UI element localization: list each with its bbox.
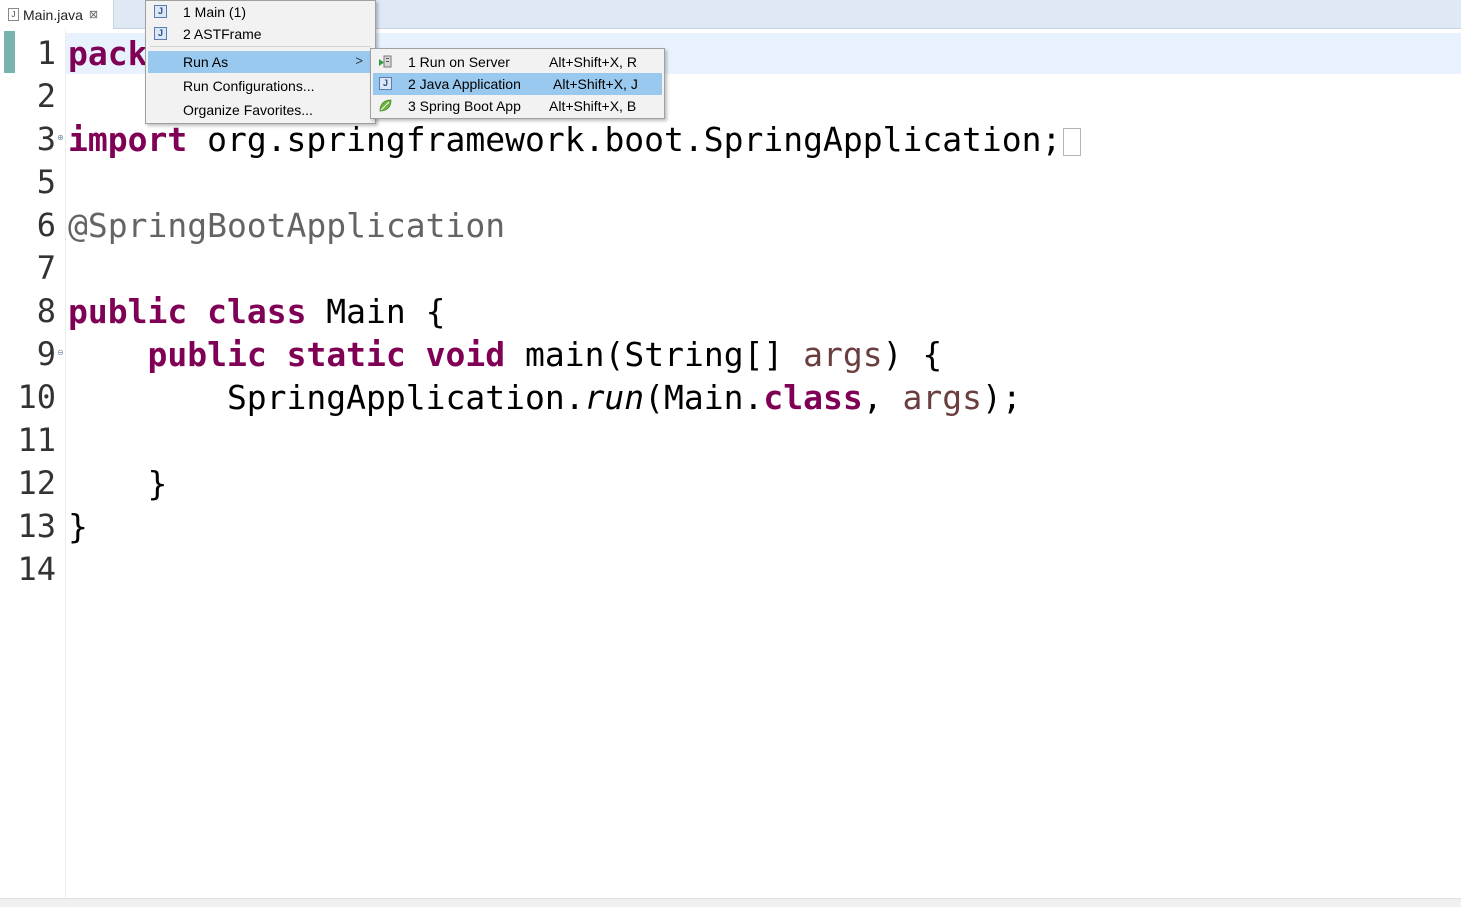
line-number: 13 (17, 507, 56, 545)
submenu-arrow-icon: > (355, 53, 363, 68)
code-line-12[interactable]: } (68, 462, 167, 505)
keyword: class (763, 378, 863, 417)
method-signature: main(String[] (505, 335, 804, 374)
menu-item-run-on-server[interactable]: 1 Run on Server Alt+Shift+X, R (373, 51, 662, 73)
keyword: pack (68, 34, 148, 73)
horizontal-scrollbar[interactable] (0, 898, 1461, 907)
line-number: 14 (17, 550, 56, 588)
fold-expand-icon[interactable]: ⊕ (56, 133, 65, 142)
line-number: 8 (36, 292, 56, 330)
menu-item-java-application[interactable]: J 2 Java Application Alt+Shift+X, J (373, 73, 662, 95)
menu-item-label: Run As (183, 54, 229, 70)
line-number: 7 (36, 249, 56, 287)
line-number: 9 (36, 335, 56, 373)
menu-item-label: 1 Run on Server (408, 54, 510, 70)
menu-item-label: Organize Favorites... (183, 102, 313, 118)
menu-item-run-configurations[interactable]: Run Configurations... (148, 75, 373, 97)
line-number: 2 (36, 77, 56, 115)
menu-shortcut: Alt+Shift+X, J (553, 76, 638, 92)
code-line-10[interactable]: SpringApplication.run(Main.class, args); (68, 376, 1022, 419)
code-line-6[interactable]: @SpringBootApplication (68, 204, 505, 247)
call-end: ); (981, 378, 1022, 417)
keyword: static (286, 335, 406, 374)
menu-item-label: 3 Spring Boot App (408, 98, 521, 114)
java-app-icon: J (379, 77, 392, 90)
keyword: void (425, 335, 506, 374)
spring-leaf-icon (379, 99, 392, 112)
import-path: org.springframework.boot.SpringApplicati… (187, 120, 1062, 159)
static-method-run: run (584, 378, 645, 417)
keyword: import (68, 120, 188, 159)
menu-item-astframe[interactable]: J 2 ASTFrame (148, 23, 373, 45)
code-line-8[interactable]: public class Main { (68, 290, 446, 333)
comma: , (862, 378, 903, 417)
code-line-3[interactable]: import org.springframework.boot.SpringAp… (68, 118, 1082, 161)
tab-main-java[interactable]: J Main.java ⊠ (0, 0, 114, 29)
menu-item-label: 1 Main (1) (183, 4, 247, 20)
fold-collapse-icon[interactable]: ⊖ (56, 348, 65, 357)
call-target: SpringApplication. (68, 378, 585, 417)
run-favorites-menu: J 1 Main (1) J 2 ASTFrame Run As > Run C… (145, 0, 376, 124)
run-as-submenu: 1 Run on Server Alt+Shift+X, R J 2 Java … (370, 48, 665, 119)
menu-item-spring-boot-app[interactable]: 3 Spring Boot App Alt+Shift+X, B (373, 95, 662, 117)
line-number: 10 (17, 378, 56, 416)
menu-shortcut: Alt+Shift+X, B (549, 98, 637, 114)
code-line-9[interactable]: public static void main(String[] args) { (68, 333, 942, 376)
tab-label: Main.java (23, 6, 83, 23)
java-file-icon: J (8, 8, 19, 21)
line-number: 12 (17, 464, 56, 502)
menu-item-main[interactable]: J 1 Main (1) (148, 1, 373, 23)
line-number: 6 (36, 206, 56, 244)
arg-args: args (902, 378, 982, 417)
menu-item-run-as[interactable]: Run As > (148, 51, 373, 73)
code-line-13[interactable]: } (68, 505, 88, 548)
folded-imports-box[interactable] (1063, 127, 1082, 156)
menu-item-organize-favorites[interactable]: Organize Favorites... (148, 99, 373, 121)
menu-item-label: 2 Java Application (408, 76, 521, 92)
menu-separator (150, 46, 371, 47)
param-args: args (803, 335, 883, 374)
java-app-icon: J (154, 27, 167, 40)
line-number: 3 (36, 120, 56, 158)
call-args-start: (Main. (644, 378, 764, 417)
java-app-icon: J (154, 5, 167, 18)
line-number: 11 (17, 421, 56, 459)
line-number: 1 (36, 34, 56, 72)
server-run-icon (379, 55, 392, 68)
line-number: 5 (36, 163, 56, 201)
menu-item-label: 2 ASTFrame (183, 26, 262, 42)
keyword: public (68, 292, 188, 331)
menu-shortcut: Alt+Shift+X, R (549, 54, 637, 70)
close-icon[interactable]: ⊠ (89, 8, 98, 21)
class-decl: Main { (306, 292, 446, 331)
method-open: ) { (882, 335, 943, 374)
menu-item-label: Run Configurations... (183, 78, 315, 94)
keyword: public (147, 335, 267, 374)
code-line-1[interactable]: pack (68, 32, 147, 75)
keyword: class (207, 292, 307, 331)
